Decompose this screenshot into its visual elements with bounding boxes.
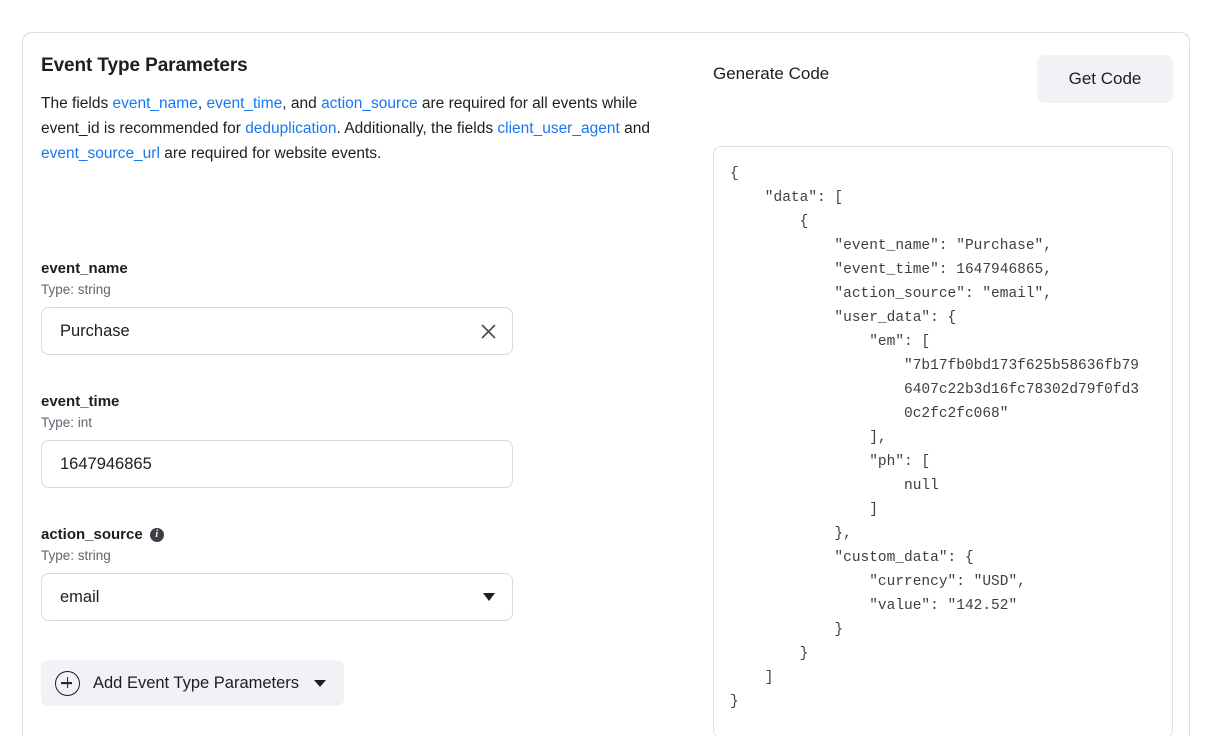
field-name-label: event_time (41, 393, 120, 410)
link-event-name[interactable]: event_name (113, 95, 198, 112)
right-panel: Generate Code Get Code { "data": [ { "ev… (713, 55, 1191, 736)
generated-code-box: { "data": [ { "event_name": "Purchase", … (713, 146, 1173, 736)
event-name-input[interactable] (41, 307, 513, 355)
field-name-label: event_name (41, 260, 128, 277)
link-deduplication[interactable]: deduplication (245, 120, 336, 137)
intro-sep-2: , and (282, 95, 322, 112)
intro-text-4: and (619, 120, 650, 137)
field-type-label: Type: string (41, 548, 111, 563)
intro-text-1: The fields (41, 95, 113, 112)
action-source-select[interactable]: email (41, 573, 513, 621)
field-event-name: event_name Type: string (41, 259, 681, 355)
link-event-source-url[interactable]: event_source_url (41, 145, 160, 162)
input-wrapper (41, 440, 513, 488)
field-label-row: event_name (41, 259, 681, 279)
action-source-value: email (60, 587, 100, 606)
field-type-label: Type: string (41, 282, 111, 297)
link-client-user-agent[interactable]: client_user_agent (497, 120, 619, 137)
intro-text-5: are required for website events. (159, 145, 382, 162)
left-panel: Event Type Parameters The fields event_n… (41, 55, 681, 166)
field-label-row: action_source i (41, 525, 681, 545)
add-button-label: Add Event Type Parameters (93, 673, 300, 692)
link-action-source[interactable]: action_source (321, 95, 418, 112)
info-icon[interactable]: i (149, 528, 164, 542)
intro-text-3: . Additionally, the fields (336, 120, 498, 137)
field-action-source: action_source i Type: string email (41, 525, 681, 621)
intro-paragraph: The fields event_name, event_time, and a… (41, 91, 679, 166)
clear-icon[interactable] (477, 320, 499, 342)
page-title: Event Type Parameters (41, 55, 248, 76)
generate-code-row: Generate Code Get Code (713, 55, 1191, 103)
field-name-label: action_source (41, 526, 143, 543)
chevron-down-icon (483, 593, 495, 601)
field-type-label: Type: int (41, 415, 93, 430)
generate-code-label: Generate Code (713, 64, 830, 83)
chevron-down-icon (314, 679, 327, 687)
field-event-time: event_time Type: int (41, 392, 681, 488)
page-root: Event Type Parameters The fields event_n… (0, 0, 1216, 736)
plus-circle-icon (55, 670, 80, 696)
input-wrapper (41, 307, 513, 355)
event-time-input[interactable] (41, 440, 513, 488)
field-label-row: event_time (41, 392, 681, 412)
get-code-button[interactable]: Get Code (1037, 55, 1173, 103)
generated-code-text[interactable]: { "data": [ { "event_name": "Purchase", … (714, 147, 1172, 729)
link-event-time[interactable]: event_time (206, 95, 282, 112)
select-wrapper: email (41, 573, 513, 621)
event-parameters-card: Event Type Parameters The fields event_n… (22, 32, 1190, 736)
add-event-type-parameters-button[interactable]: Add Event Type Parameters (41, 660, 345, 706)
